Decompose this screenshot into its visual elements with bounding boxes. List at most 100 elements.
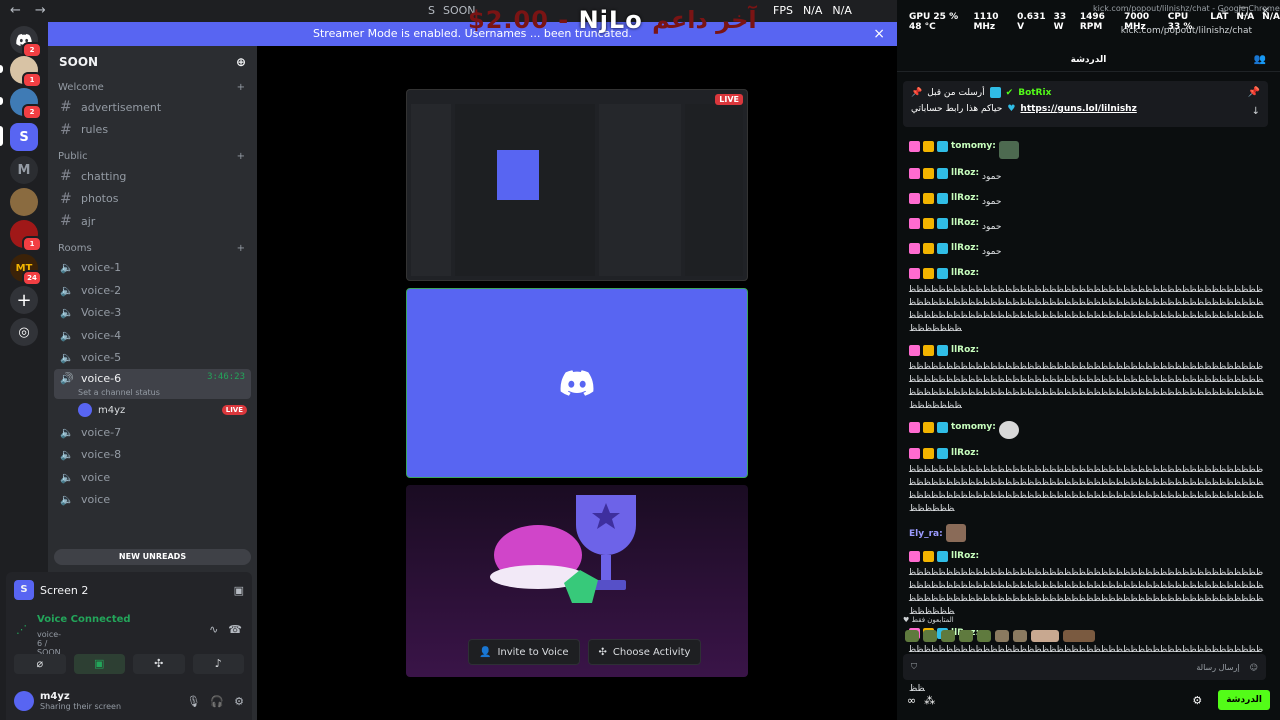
settings-gear-icon[interactable]: ⚙ [234,695,244,708]
soundboard-button[interactable]: ♪ [192,654,244,674]
account-info[interactable]: m4yz Sharing their screen [40,691,121,711]
invite-to-voice-button[interactable]: 👤 Invite to Voice [468,639,580,665]
channel-ajr[interactable]: # ajr [48,210,257,233]
add-channel-icon[interactable]: + [237,82,245,96]
forward-icon[interactable]: → [35,3,46,18]
voice-channel[interactable]: 🔈 voice-8 [48,444,257,467]
chat-message[interactable]: tomomy: [909,140,1264,159]
chat-message[interactable]: llRoz: ظظظظظظظظظظظظظظظظظظظظظظظظظظظظظظظظظظ… [909,550,1264,619]
channel-advertisement[interactable]: # advertisement [48,96,257,119]
emote-button[interactable] [977,630,991,642]
screen-share-button[interactable]: ▣ [73,654,125,674]
stream-tile[interactable]: LIVE [406,89,748,281]
chat-message[interactable]: tomomy: [909,421,1264,439]
screen-share-preview[interactable]: S Screen 2 ▣ [6,572,252,608]
voice-channel[interactable]: 🔈 voice-4 [48,324,257,347]
emote-button[interactable] [1013,630,1027,642]
category-rooms[interactable]: Rooms + [48,239,257,257]
signal-icon[interactable]: ⋰ [16,623,27,636]
emote-button[interactable] [959,630,973,642]
direct-messages-icon[interactable]: 2 [10,26,42,58]
emote-button[interactable] [905,630,919,642]
settings-gear-icon[interactable]: ⚙ [1192,694,1202,707]
add-channel-icon[interactable]: + [237,243,245,257]
chat-username[interactable]: tomomy: [951,140,996,153]
server-header[interactable]: SOON ⊕ [48,46,257,78]
close-icon[interactable]: × [873,22,885,46]
chat-username[interactable]: llRoz: [951,550,979,563]
voice-member[interactable]: m4yz LIVE [48,399,257,421]
chat-username[interactable]: llRoz: [951,344,979,357]
activities-button[interactable]: ✣ [133,654,185,674]
chat-message[interactable]: llRoz: حمود [909,167,1264,184]
voice-channel[interactable]: 🔈 voice [48,489,257,512]
emote-button[interactable] [923,630,937,642]
chat-message[interactable]: llRoz: ظظظظظظظظظظظظظظظظظظظظظظظظظظظظظظظظظظ… [909,267,1264,336]
emote-button[interactable] [1031,630,1059,642]
sparkle-icon[interactable]: ⁂ [924,694,935,707]
user-tile[interactable] [406,288,748,478]
voice-channel[interactable]: 🔈 voice-5 [48,347,257,370]
server-icon-3[interactable]: M [10,156,38,184]
add-server-icon[interactable]: + [10,286,38,314]
expand-icon[interactable]: ↓ [1248,106,1260,117]
chat-username[interactable]: llRoz: [951,217,979,230]
emote-button[interactable] [1063,630,1095,642]
voice-channel[interactable]: 🔈 voice-7 [48,421,257,444]
category-welcome[interactable]: Welcome + [48,78,257,96]
back-icon[interactable]: ← [10,3,21,18]
chat-username[interactable]: llRoz: [951,242,979,255]
chat-username[interactable]: llRoz: [951,447,979,460]
voice-channel-active[interactable]: 🔊 voice-6 3:46:23 Set a channel status [54,369,251,399]
channel-chatting[interactable]: # chatting [48,165,257,188]
server-icon-6[interactable]: MT 24 [10,254,42,286]
shield-icon[interactable]: ⛉ [911,662,917,672]
pinned-link[interactable]: https://guns.lol/lilnishz [1020,104,1136,114]
chat-username[interactable]: Ely_ra: [909,528,943,541]
chat-message[interactable]: llRoz: حمود [909,217,1264,234]
chat-username[interactable]: llRoz: [951,192,979,205]
server-icon-1[interactable]: 1 [10,56,42,88]
chat-message[interactable]: llRoz: حمود [909,192,1264,209]
voice-connected-label[interactable]: Voice Connected [37,614,131,625]
channel-photos[interactable]: # photos [48,188,257,211]
voice-channel[interactable]: 🔈 voice [48,466,257,489]
voice-channel[interactable]: 🔈 voice-2 [48,279,257,302]
chat-message[interactable]: llRoz: ظظظظظظظظظظظظظظظظظظظظظظظظظظظظظظظظظظ… [909,344,1264,413]
popout-icon[interactable]: ▣ [234,584,244,597]
add-member-icon[interactable]: ⊕ [236,55,246,69]
send-chat-button[interactable]: الدردشة [1218,690,1270,710]
emoji-icon[interactable]: ☺ [1250,663,1258,672]
emote-button[interactable] [941,630,955,642]
microphone-icon[interactable]: 🎙 [186,695,200,708]
infinity-icon[interactable]: ∞ [907,694,916,707]
noise-suppression-icon[interactable]: ∿ [209,623,218,636]
new-unreads-button[interactable]: NEW UNREADS [54,549,251,565]
category-public[interactable]: Public + [48,147,257,165]
channel-rules[interactable]: # rules [48,119,257,142]
users-icon[interactable]: 👥 [1254,48,1266,72]
choose-activity-button[interactable]: ✣ Choose Activity [587,639,702,665]
voice-channel[interactable]: 🔈 Voice-3 [48,302,257,325]
chat-input[interactable]: ⛉ إرسال رسالة ☺ [903,654,1266,680]
chat-username[interactable]: tomomy: [951,421,996,434]
server-icon-5[interactable]: 1 [10,220,42,252]
headphones-icon[interactable]: 🎧 [210,695,224,708]
chat-message[interactable]: Ely_ra: [909,524,1264,542]
chat-username[interactable]: llRoz: [951,267,979,280]
avatar[interactable] [14,691,34,711]
add-channel-icon[interactable]: + [237,151,245,165]
bot-name[interactable]: BotRix [1018,88,1051,98]
channel-status[interactable]: Set a channel status [60,388,251,397]
chat-message[interactable]: llRoz: ظظظظظظظظظظظظظظظظظظظظظظظظظظظظظظظظظظ… [909,447,1264,516]
chat-message[interactable]: llRoz: حمود [909,242,1264,259]
emote-button[interactable] [995,630,1009,642]
camera-off-button[interactable]: ⌀ [14,654,66,674]
disconnect-icon[interactable]: ☎ [228,623,242,636]
unpin-icon[interactable]: 📌 [1248,87,1260,98]
voice-channel[interactable]: 🔈 voice-1 [48,257,257,280]
server-icon-soon[interactable]: S [10,123,38,151]
server-icon-2[interactable]: 2 [10,88,42,120]
server-icon-4[interactable] [10,188,38,216]
discover-icon[interactable]: ◎ [10,318,38,346]
